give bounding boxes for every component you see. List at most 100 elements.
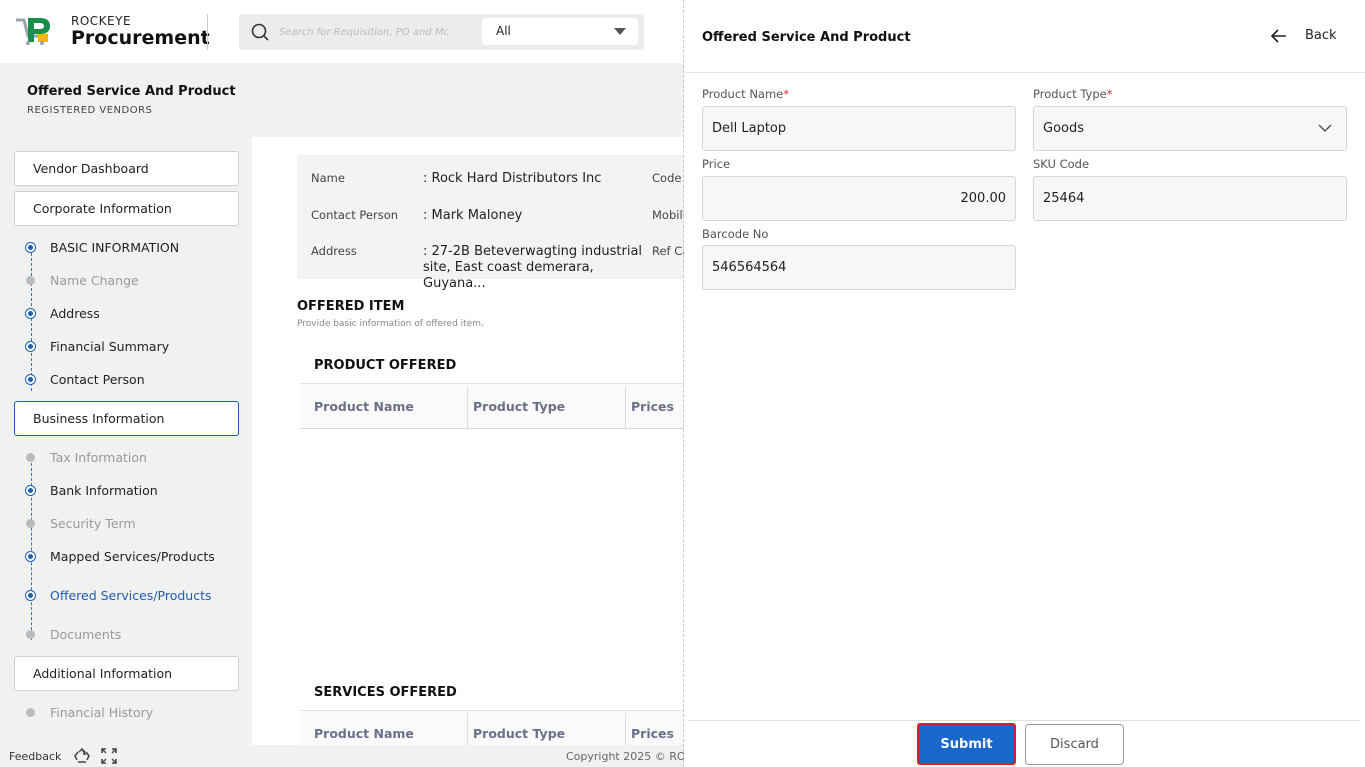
step-pending-dot (26, 519, 35, 528)
arrow-left-icon (1270, 29, 1286, 43)
step-pending-dot (26, 453, 35, 462)
column-header[interactable]: Product Name (314, 399, 414, 414)
barcode-label: Barcode No (702, 227, 769, 241)
column-header[interactable]: Prices (631, 726, 674, 741)
price-label: Price (702, 157, 731, 171)
caret-down-icon (614, 28, 626, 35)
required-marker: * (783, 87, 789, 101)
vendor-info-card: Name : Rock Hard Distributors Inc Contac… (297, 155, 697, 291)
sidebar-item-tax-information[interactable]: Tax Information (26, 449, 246, 469)
drawer-footer-divider (689, 720, 1360, 721)
product-offered-title: PRODUCT OFFERED (314, 358, 457, 373)
rockeye-logo-icon[interactable] (14, 14, 58, 46)
sidebar-item-security-term[interactable]: Security Term (26, 515, 246, 535)
product-type-label: Product Type* (1033, 87, 1113, 101)
sidebar-item-financial-history[interactable]: Financial History (26, 704, 246, 724)
drawer-divider (684, 72, 1365, 73)
column-header[interactable]: Prices (631, 399, 674, 414)
fullscreen-icon[interactable] (101, 748, 117, 764)
product-table-header: Product Name Product Type Prices (300, 383, 690, 430)
step-done-dot (26, 375, 35, 384)
sidebar-item-label: Offered Services/Products (50, 588, 212, 603)
address-label: Address (311, 244, 357, 258)
offered-item-subtitle: Provide basic information of offered ite… (297, 319, 484, 329)
column-header[interactable]: Product Type (473, 399, 565, 414)
search-icon[interactable] (251, 23, 269, 41)
sidebar-item-offered-services[interactable]: Offered Services/Products (26, 587, 246, 607)
product-type-value: Goods (1043, 121, 1085, 136)
sidebar-item-financial-summary[interactable]: Financial Summary (26, 338, 246, 358)
column-divider (625, 386, 626, 430)
required-marker: * (1106, 87, 1113, 101)
app-footer: Feedback Copyright 2025 © ROCKEYE (0, 745, 684, 767)
page-subtitle: REGISTERED VENDORS (27, 105, 153, 116)
sidebar-item-basic-information[interactable]: BASIC INFORMATION (26, 239, 246, 259)
vendor-sidebar: Vendor Dashboard Corporate Information B… (0, 137, 252, 745)
search-scope-value: All (496, 24, 511, 38)
column-header[interactable]: Product Type (473, 726, 565, 741)
sidebar-item-label: Address (50, 306, 100, 321)
step-done-dot (26, 309, 35, 318)
brand-top-text: ROCKEYE (71, 14, 132, 28)
step-pending-dot (26, 708, 35, 717)
main-content: Name : Rock Hard Distributors Inc Contac… (279, 137, 697, 757)
offered-product-drawer: Offered Service And Product Back Product… (684, 0, 1365, 767)
step-done-dot (26, 552, 35, 561)
sidebar-item-bank-information[interactable]: Bank Information (26, 482, 246, 502)
recycle-icon[interactable] (74, 748, 90, 764)
sidebar-item-label: Name Change (50, 273, 139, 288)
step-done-dot (26, 486, 35, 495)
address-value: : 27-2B Beteverwagting industrial site, … (423, 244, 643, 291)
sidebar-additional-information[interactable]: Additional Information (14, 656, 239, 691)
sidebar-corporate-information[interactable]: Corporate Information (14, 191, 239, 226)
column-header[interactable]: Product Name (314, 726, 414, 741)
offered-item-title: OFFERED ITEM (297, 299, 405, 314)
sidebar-item-label: Financial Summary (50, 339, 170, 354)
chevron-down-icon (1318, 124, 1332, 133)
contact-person-value: : Mark Maloney (423, 208, 523, 223)
copyright-text: Copyright 2025 © ROCKEYE (566, 750, 684, 763)
services-offered-title: SERVICES OFFERED (314, 685, 457, 700)
back-label: Back (1305, 28, 1337, 43)
sku-code-label: SKU Code (1033, 157, 1090, 171)
sidebar-item-label: Tax Information (50, 450, 147, 465)
vendor-name-value: : Rock Hard Distributors Inc (423, 171, 602, 186)
back-button[interactable]: Back (1270, 26, 1340, 48)
product-type-select[interactable]: Goods (1033, 106, 1347, 151)
search-input[interactable] (279, 22, 454, 42)
price-field[interactable]: 200.00 (702, 176, 1016, 221)
sidebar-vendor-dashboard[interactable]: Vendor Dashboard (14, 151, 239, 186)
search-scope-select[interactable]: All (482, 18, 638, 45)
product-name-field[interactable]: Dell Laptop (702, 106, 1016, 151)
sku-code-field[interactable]: 25464 (1033, 176, 1347, 221)
sidebar-item-label: Mapped Services/Products (50, 549, 215, 564)
sidebar-item-label: Contact Person (50, 372, 145, 387)
code-label: Code (652, 171, 682, 185)
barcode-field[interactable]: 546564564 (702, 245, 1016, 290)
sidebar-item-name-change[interactable]: Name Change (26, 272, 246, 292)
drawer-title: Offered Service And Product (702, 30, 911, 45)
sidebar-item-label: Security Term (50, 516, 136, 531)
product-name-label: Product Name* (702, 87, 789, 101)
feedback-link[interactable]: Feedback (9, 750, 61, 763)
submit-button[interactable]: Submit (917, 723, 1016, 765)
sidebar-business-information[interactable]: Business Information (14, 401, 239, 436)
column-divider (467, 386, 468, 430)
step-done-dot (26, 342, 35, 351)
sidebar-item-label: Bank Information (50, 483, 158, 498)
sidebar-item-contact-person[interactable]: Contact Person (26, 371, 246, 391)
sidebar-item-label: BASIC INFORMATION (50, 240, 180, 255)
sidebar-item-mapped-services[interactable]: Mapped Services/Products (26, 548, 246, 568)
page-title: Offered Service And Product (27, 84, 236, 99)
vendor-name-label: Name (311, 171, 345, 185)
app-header: ROCKEYE Procurement All (0, 0, 684, 63)
sidebar-item-documents[interactable]: Documents (26, 626, 246, 646)
discard-button[interactable]: Discard (1025, 724, 1124, 765)
brand-name: Procurement (71, 27, 210, 49)
step-done-dot (26, 243, 35, 252)
sidebar-item-label: Financial History (50, 705, 154, 720)
step-current-dot (26, 591, 35, 600)
page-heading: Offered Service And Product REGISTERED V… (0, 63, 684, 137)
step-pending-dot (26, 630, 35, 639)
sidebar-item-address[interactable]: Address (26, 305, 246, 325)
